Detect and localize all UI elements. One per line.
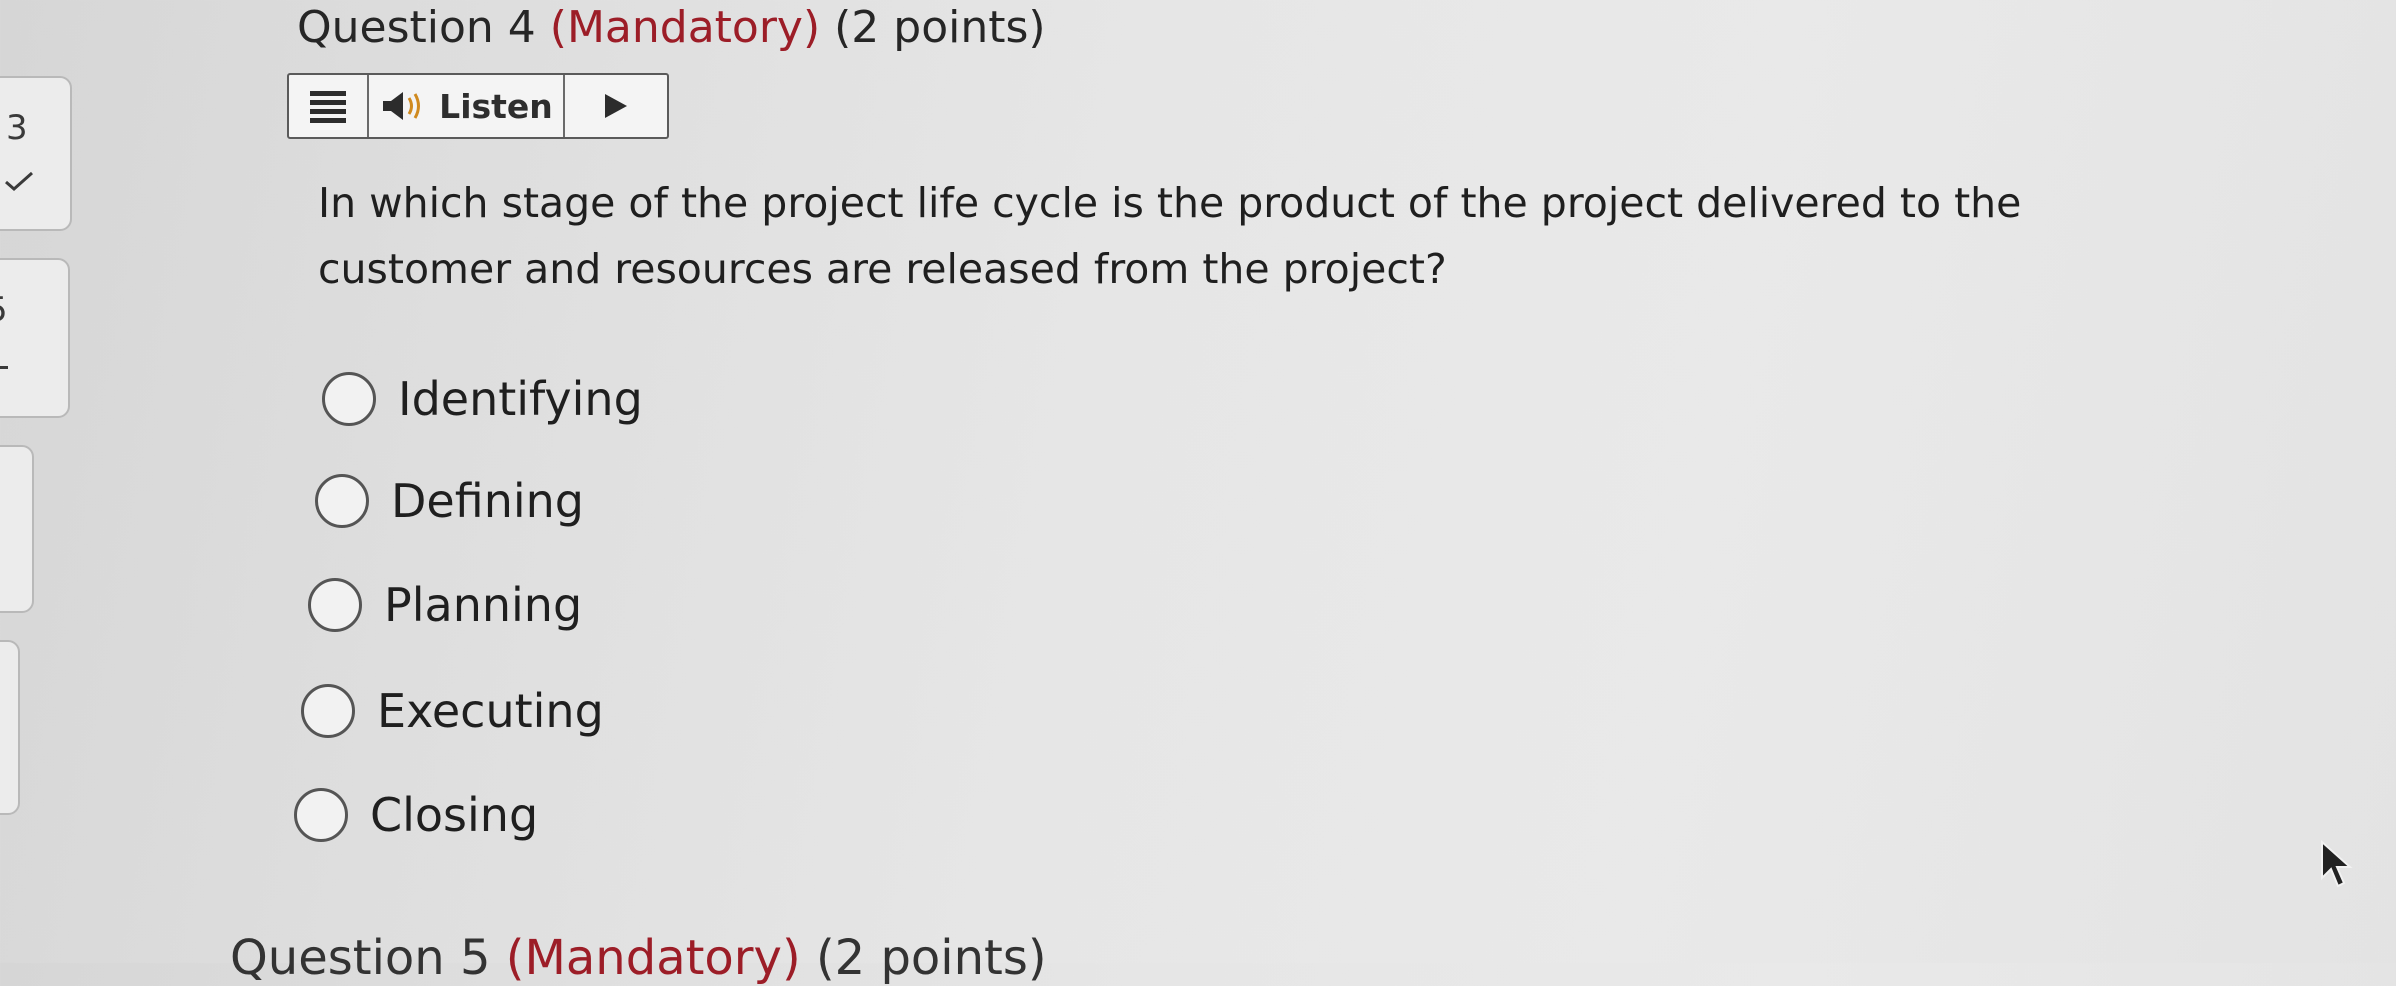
- option-label: Executing: [377, 684, 604, 738]
- option-closing[interactable]: Closing: [294, 788, 538, 842]
- option-label: Closing: [370, 788, 539, 842]
- checkmark-icon: [5, 171, 33, 191]
- nav-card-question-3[interactable]: 3: [0, 76, 72, 231]
- radio-button[interactable]: [322, 372, 376, 426]
- speaker-icon: [383, 92, 421, 120]
- option-label: Planning: [384, 578, 583, 632]
- question-title: Question 4 (Mandatory) (2 points): [297, 2, 1046, 53]
- listen-toolbar: Listen: [287, 73, 669, 139]
- question-text: In which stage of the project life cycle…: [318, 179, 2022, 293]
- option-executing[interactable]: Executing: [301, 684, 604, 738]
- next-question-points: (2 points): [815, 930, 1047, 986]
- nav-card-dash: [0, 366, 8, 369]
- nav-card-number: 3: [6, 108, 28, 148]
- listen-label: Listen: [439, 86, 553, 126]
- play-icon: [605, 94, 627, 118]
- option-defining[interactable]: Defining: [315, 474, 584, 528]
- mandatory-label: (Mandatory): [549, 2, 821, 53]
- next-question-title: Question 5 (Mandatory) (2 points): [230, 930, 1047, 986]
- radio-button[interactable]: [301, 684, 355, 738]
- option-label: Defining: [391, 474, 584, 528]
- menu-icon: [310, 91, 346, 123]
- option-planning[interactable]: Planning: [308, 578, 582, 632]
- radio-button[interactable]: [308, 578, 362, 632]
- nav-card-question-6[interactable]: [0, 445, 34, 613]
- mouse-cursor-icon: [2321, 840, 2353, 888]
- next-question-prefix: Question 5: [230, 930, 491, 986]
- option-label: Identifying: [398, 372, 643, 426]
- listen-button[interactable]: Listen: [369, 75, 565, 137]
- play-button[interactable]: [565, 75, 667, 137]
- radio-button[interactable]: [315, 474, 369, 528]
- nav-card-number: 5: [0, 290, 8, 330]
- option-identifying[interactable]: Identifying: [322, 372, 643, 426]
- nav-card-question-7[interactable]: [0, 640, 20, 815]
- question-points: (2 points): [834, 2, 1046, 53]
- menu-button[interactable]: [289, 75, 369, 137]
- question-title-prefix: Question 4: [297, 2, 536, 53]
- nav-card-question-5[interactable]: 5: [0, 258, 70, 418]
- radio-button[interactable]: [294, 788, 348, 842]
- next-mandatory-label: (Mandatory): [505, 930, 801, 986]
